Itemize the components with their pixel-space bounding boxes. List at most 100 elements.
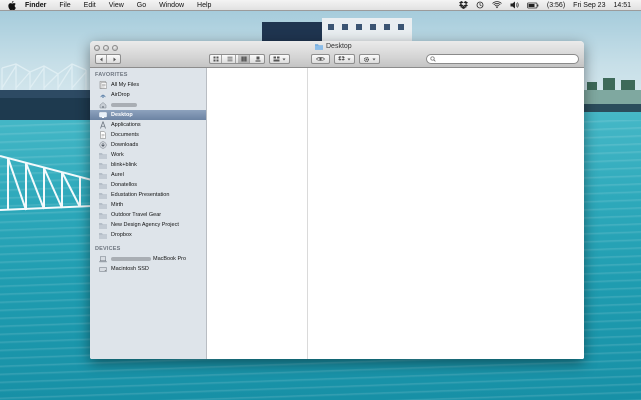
sidebar-item-new-design-agency-project[interactable]: New Design Agency Project: [90, 220, 206, 230]
sidebar-item-documents[interactable]: Documents: [90, 130, 206, 140]
column-view-pane-2[interactable]: [309, 68, 584, 359]
share-button[interactable]: [334, 54, 355, 64]
sidebar-item-mirth[interactable]: Mirth: [90, 200, 206, 210]
sidebar-item-donatellos[interactable]: Donatellos: [90, 180, 206, 190]
sidebar-item-label: Outdoor Travel Gear: [111, 212, 162, 218]
menubar-date[interactable]: Fri Sep 23: [573, 2, 605, 9]
sidebar-item-label: MacBook Pro: [153, 256, 187, 262]
folder-icon: [98, 181, 107, 189]
wifi-icon[interactable]: [492, 1, 502, 9]
menu-app-finder[interactable]: Finder: [25, 2, 46, 9]
folder-icon: [98, 211, 107, 219]
sidebar-item-label: Dropbox: [111, 232, 132, 238]
downloads-icon: [98, 141, 107, 149]
sidebar-item-desktop[interactable]: Desktop: [90, 110, 206, 120]
sidebar-item-label: Downloads: [111, 142, 139, 148]
home-icon: [98, 101, 107, 109]
back-forward-control: [95, 54, 121, 64]
forward-button[interactable]: [109, 55, 120, 63]
battery-icon[interactable]: [527, 2, 539, 9]
redacted-username: [111, 103, 137, 107]
sidebar-item-airdrop[interactable]: AirDrop: [90, 90, 206, 100]
close-button[interactable]: [94, 45, 100, 51]
sidebar-item-label: AirDrop: [111, 92, 130, 98]
window-title: Desktop: [315, 43, 352, 50]
sidebar-item-home[interactable]: [90, 100, 206, 110]
sidebar-item-dropbox[interactable]: Dropbox: [90, 230, 206, 240]
list-view-button[interactable]: [224, 55, 237, 63]
arrange-grid-icon: [273, 56, 280, 62]
folder-icon: [98, 201, 107, 209]
sidebar: FAVORITES All My Files AirDrop Desktop A…: [90, 68, 207, 359]
sidebar-item-label: Macintosh SSD: [111, 266, 149, 272]
documents-icon: [98, 131, 107, 139]
sidebar-item-label: Edustation Presentation: [111, 192, 170, 198]
chevron-down-icon: [282, 58, 286, 60]
finder-window: Desktop FAVORITES All My Files AirDrop D…: [90, 41, 584, 359]
menubar-clock[interactable]: 14:51: [613, 2, 631, 9]
sidebar-item-label: Applications: [111, 122, 141, 128]
menu-go[interactable]: Go: [137, 2, 146, 9]
sidebar-item-macbook-pro[interactable]: MacBook Pro: [90, 254, 206, 264]
menu-window[interactable]: Window: [159, 2, 184, 9]
sidebar-item-label: Desktop: [111, 112, 133, 118]
sidebar-heading-favorites: FAVORITES: [95, 72, 128, 78]
sidebar-item-downloads[interactable]: Downloads: [90, 140, 206, 150]
sidebar-item-work[interactable]: Work: [90, 150, 206, 160]
cover-flow-icon: [255, 56, 261, 62]
list-view-icon: [227, 56, 233, 62]
sidebar-item-label: Work: [111, 152, 124, 158]
sidebar-item-applications[interactable]: Applications: [90, 120, 206, 130]
column-view-pane-1[interactable]: [207, 68, 308, 359]
arrange-button[interactable]: [269, 54, 290, 64]
laptop-icon: [98, 255, 107, 263]
sidebar-item-aurel[interactable]: Aurel: [90, 170, 206, 180]
sidebar-item-macintosh-ssd[interactable]: Macintosh SSD: [90, 264, 206, 274]
quick-look-button[interactable]: [311, 54, 330, 64]
action-button[interactable]: [359, 54, 380, 64]
search-input[interactable]: [436, 56, 576, 62]
column-view-button[interactable]: [238, 55, 251, 63]
column-view-icon: [241, 56, 247, 62]
sidebar-item-all-my-files[interactable]: All My Files: [90, 80, 206, 90]
sidebar-item-label: Donatellos: [111, 182, 137, 188]
volume-icon[interactable]: [510, 1, 519, 9]
folder-icon: [98, 151, 107, 159]
cover-flow-button[interactable]: [252, 55, 264, 63]
time-machine-icon[interactable]: [476, 1, 484, 9]
menu-file[interactable]: File: [59, 2, 70, 9]
view-mode-control: [209, 54, 265, 64]
menu-help[interactable]: Help: [197, 2, 211, 9]
sidebar-item-label: Documents: [111, 132, 139, 138]
back-button[interactable]: [96, 55, 108, 63]
menu-bar: Finder File Edit View Go Window Help (3:…: [0, 0, 641, 11]
sidebar-item-label: blink+blink: [111, 162, 137, 168]
sidebar-item-edustation-presentation[interactable]: Edustation Presentation: [90, 190, 206, 200]
wallpaper-pier-right: [583, 78, 641, 112]
zoom-button[interactable]: [112, 45, 118, 51]
menu-edit[interactable]: Edit: [84, 2, 96, 9]
sidebar-heading-devices: DEVICES: [95, 246, 121, 252]
folder-icon: [98, 191, 107, 199]
airdrop-icon: [98, 91, 107, 99]
folder-icon: [98, 221, 107, 229]
sidebar-item-blink-blink[interactable]: blink+blink: [90, 160, 206, 170]
folder-icon: [98, 171, 107, 179]
sidebar-item-outdoor-travel-gear[interactable]: Outdoor Travel Gear: [90, 210, 206, 220]
menu-view[interactable]: View: [109, 2, 124, 9]
sidebar-item-label: Aurel: [111, 172, 124, 178]
icon-view-button[interactable]: [210, 55, 223, 63]
folder-icon: [98, 161, 107, 169]
apple-menu-icon[interactable]: [8, 0, 18, 10]
menubar-status-area: (3:56) Fri Sep 23 14:51: [458, 1, 631, 9]
icon-view-icon: [213, 56, 219, 62]
dropbox-share-icon: [338, 56, 345, 61]
all-files-icon: [98, 81, 107, 89]
eye-icon: [316, 57, 325, 61]
sidebar-item-label: New Design Agency Project: [111, 222, 179, 228]
dropbox-icon[interactable]: [458, 1, 468, 9]
minimize-button[interactable]: [103, 45, 109, 51]
search-field[interactable]: [426, 54, 579, 64]
battery-time[interactable]: (3:56): [547, 2, 565, 9]
back-arrow-icon: [99, 57, 103, 61]
